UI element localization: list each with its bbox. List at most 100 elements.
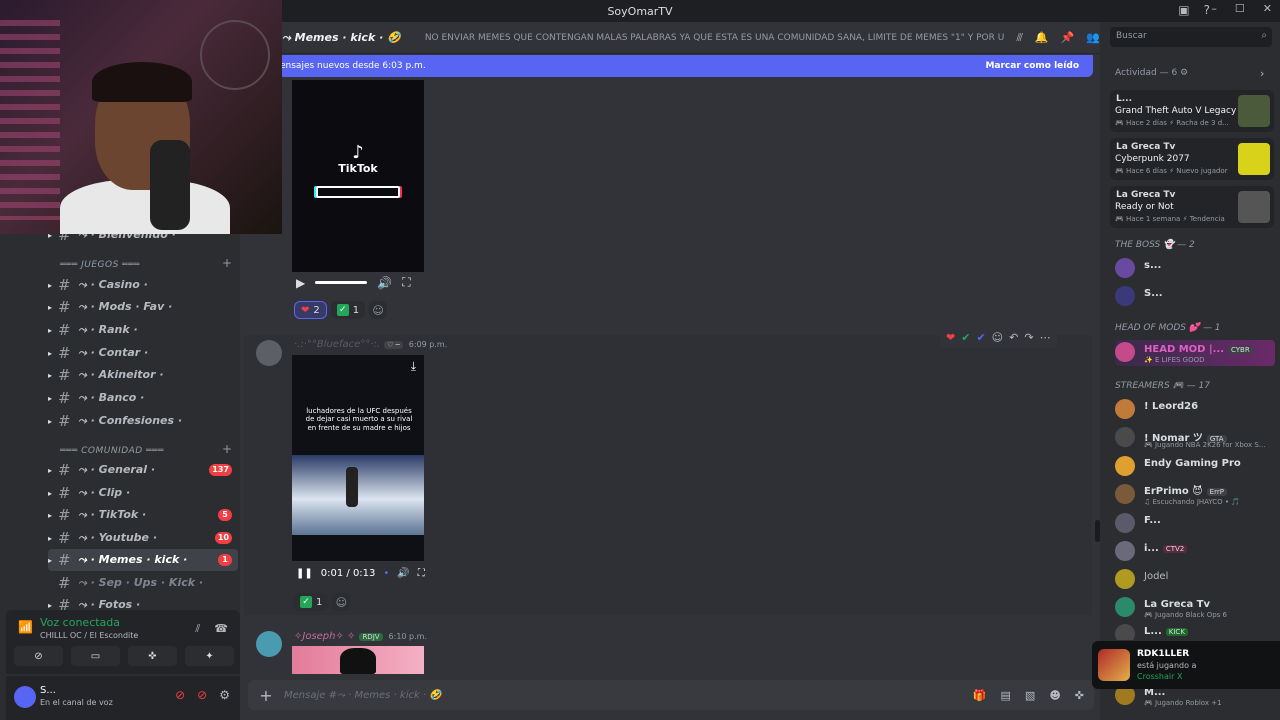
channel-item[interactable]: ▸ # ⤳ · Banco · <box>48 387 238 409</box>
channel-item[interactable]: ▸ # ⤳ · Youtube · 10 <box>48 527 238 549</box>
channel-item[interactable]: ▸ # ⤳ · Contar · <box>48 342 238 364</box>
member-item[interactable]: Endy Gaming Pro <box>1115 454 1275 480</box>
activity-toast[interactable]: RDK1LLER está jugando a Crosshair X <box>1092 641 1280 689</box>
more-icon[interactable]: ⋯ <box>1040 331 1051 344</box>
forward-icon[interactable]: ↷ <box>1024 331 1033 344</box>
add-reaction-icon[interactable]: ☺ <box>369 301 388 319</box>
add-channel-icon[interactable]: + <box>222 256 232 270</box>
video-attachment[interactable]: ♪ TikTok <box>292 80 424 272</box>
search-input[interactable]: Buscar ⌕ <box>1110 27 1272 47</box>
add-reaction-icon[interactable]: ☺ <box>992 331 1003 344</box>
disconnect-icon[interactable]: ☎ <box>214 622 228 636</box>
pause-icon[interactable]: ❚❚ <box>296 568 313 579</box>
image-attachment[interactable] <box>292 646 424 674</box>
member-item[interactable]: ! Nomar ツ GTA 🎮 Jugando NBA 2K26 for Xbox … <box>1115 425 1275 451</box>
user-name[interactable]: S... <box>40 685 56 696</box>
member-item[interactable]: ! Leord26 <box>1115 397 1275 423</box>
download-icon[interactable]: ⤓ <box>411 359 416 374</box>
activity-game: Cyberpunk 2077 <box>1115 154 1190 164</box>
check-icon[interactable]: ✔ <box>961 331 970 344</box>
channel-item[interactable]: ▸ # ⤳ · Casino · <box>48 274 238 296</box>
channel-item-active[interactable]: ▸ # ⤳ · Memes · kick · 1 <box>48 549 238 571</box>
chevron-right-icon[interactable]: › <box>1260 67 1264 80</box>
fullscreen-icon[interactable]: ⛶ <box>402 275 410 290</box>
activity-card[interactable]: La Greca Tv Cyberpunk 2077 🎮 Hace 6 días… <box>1110 138 1274 180</box>
deafen-icon[interactable]: ⊘ <box>197 688 207 702</box>
screen-share-button[interactable]: ▭ <box>71 646 120 666</box>
heart-icon[interactable]: ❤ <box>946 331 955 344</box>
channel-item[interactable]: ▸ # ⤳ · Akineitor · <box>48 364 238 386</box>
new-messages-bar[interactable]: ensajes nuevos desde 6:03 p.m. Marcar co… <box>278 55 1093 77</box>
reaction-check[interactable]: ✓ 1 <box>330 301 366 319</box>
gift-icon[interactable]: 🎁 <box>973 689 987 702</box>
member-item[interactable]: i... CTV2 <box>1115 539 1275 565</box>
threads-icon[interactable]: ⫻ <box>1016 31 1023 45</box>
mute-icon[interactable]: ⊘ <box>175 688 185 702</box>
channel-item[interactable]: # ⤳ · Sep · Ups · Kick · <box>48 572 238 594</box>
streamer-hair <box>92 62 192 102</box>
volume-slider[interactable] <box>315 281 368 284</box>
sticker-icon[interactable]: ▧ <box>1025 689 1035 702</box>
member-item[interactable]: L... KICK <box>1115 622 1275 640</box>
channel-item[interactable]: ▸ # ⤳ · Mods · Fav · <box>48 296 238 318</box>
play-icon[interactable]: ▶ <box>296 276 305 290</box>
members-icon[interactable]: 👥 <box>1086 31 1100 45</box>
category-juegos[interactable]: ═══ JUEGOS ═══ <box>60 260 140 270</box>
member-item[interactable]: ErPrimo 😈 ErrP ♫ Escuchando JHAYCO • 🎵 <box>1115 482 1275 508</box>
reply-icon[interactable]: ↶ <box>1009 331 1018 344</box>
emoji-icon[interactable]: ☻ <box>1049 689 1060 702</box>
maximize-button[interactable]: ☐ <box>1235 2 1245 15</box>
inbox-icon[interactable]: ▣ <box>1178 3 1189 17</box>
voice-status[interactable]: Voz conectada <box>40 616 120 629</box>
avatar[interactable] <box>256 340 282 366</box>
member-item[interactable]: S... <box>1115 284 1275 310</box>
channel-item[interactable]: ▸ # ⤳ · Confesiones · <box>48 410 238 432</box>
category-comunidad[interactable]: ═══ COMUNIDAD ═══ <box>60 446 164 456</box>
reaction-check[interactable]: ✓ 1 <box>294 593 329 611</box>
activities-icon[interactable]: ✜ <box>1075 689 1084 702</box>
member-item[interactable]: La Greca Tv 🎮 Jugando Black Ops 6 <box>1115 595 1275 621</box>
activity-button[interactable]: ✜ <box>128 646 177 666</box>
channel-item[interactable]: ▸ # ⤳ · General · 137 <box>48 459 238 481</box>
verified-icon[interactable]: ✔ <box>976 331 985 344</box>
avatar[interactable] <box>256 631 282 657</box>
author-name[interactable]: ✧Joseph✧ ✧ <box>294 631 355 642</box>
reaction-heart[interactable]: ❤ 2 <box>294 301 327 319</box>
pin-icon[interactable]: 📌 <box>1061 31 1075 45</box>
channel-topic[interactable]: NO ENVIAR MEMES QUE CONTENGAN MALAS PALA… <box>425 33 1005 43</box>
activity-card[interactable]: L... Grand Theft Auto V Legacy 🎮 Hace 2 … <box>1110 90 1274 132</box>
fullscreen-icon[interactable]: ⛶ <box>418 568 425 579</box>
member-item[interactable]: F... <box>1115 511 1275 537</box>
avatar[interactable] <box>14 686 36 708</box>
video-attachment[interactable]: ⤓ luchadores de la UFC después de dejar … <box>292 355 424 561</box>
add-reaction-icon[interactable]: ☺ <box>332 593 351 611</box>
add-channel-icon[interactable]: + <box>222 442 232 456</box>
gear-icon[interactable]: ⚙ <box>219 688 230 702</box>
channel-item[interactable]: ▸ # ⤳ · TikTok · 5 <box>48 504 238 526</box>
activity-header[interactable]: Actividad — 6 ⚙ <box>1115 68 1188 78</box>
bell-icon[interactable]: 🔔 <box>1035 31 1049 45</box>
author-name[interactable]: ·.:·°°Blueface°°·:. <box>294 339 380 350</box>
volume-icon[interactable]: 🔊 <box>377 276 392 290</box>
help-icon[interactable]: ? <box>1204 3 1210 17</box>
avatar <box>1115 342 1135 362</box>
attach-icon[interactable]: + <box>248 686 284 705</box>
camera-button[interactable]: ⊘ <box>14 646 63 666</box>
message-input[interactable]: Mensaje #⤳ · Memes · kick · 🤣 <box>284 690 973 701</box>
channel-item[interactable]: ▸ # ⤳ · Clip · <box>48 482 238 504</box>
member-item[interactable]: s... <box>1115 256 1275 282</box>
minimize-button[interactable]: – <box>1211 2 1217 15</box>
close-button[interactable]: ✕ <box>1263 2 1272 15</box>
volume-icon[interactable]: 🔊 <box>397 568 409 579</box>
mark-read-button[interactable]: Marcar como leído <box>985 61 1079 71</box>
channel-item[interactable]: ▸ # ⤳ · Rank · <box>48 319 238 341</box>
voice-channel[interactable]: CHILLL OC / El Escondite <box>40 631 138 640</box>
activity-card[interactable]: La Greca Tv Ready or Not 🎮 Hace 1 semana… <box>1110 186 1274 228</box>
progress-dot[interactable]: • <box>383 568 389 579</box>
signal-icon[interactable]: 📶 <box>18 620 33 634</box>
member-item[interactable]: HEAD MOD |... CYBR ✨ E LIFES GOOD <box>1115 340 1275 366</box>
soundboard-button[interactable]: ✦ <box>185 646 234 666</box>
member-item[interactable]: Jodel <box>1115 567 1275 593</box>
noise-suppression-icon[interactable]: ⫽ <box>195 622 200 636</box>
gif-icon[interactable]: ▤ <box>1001 689 1011 702</box>
